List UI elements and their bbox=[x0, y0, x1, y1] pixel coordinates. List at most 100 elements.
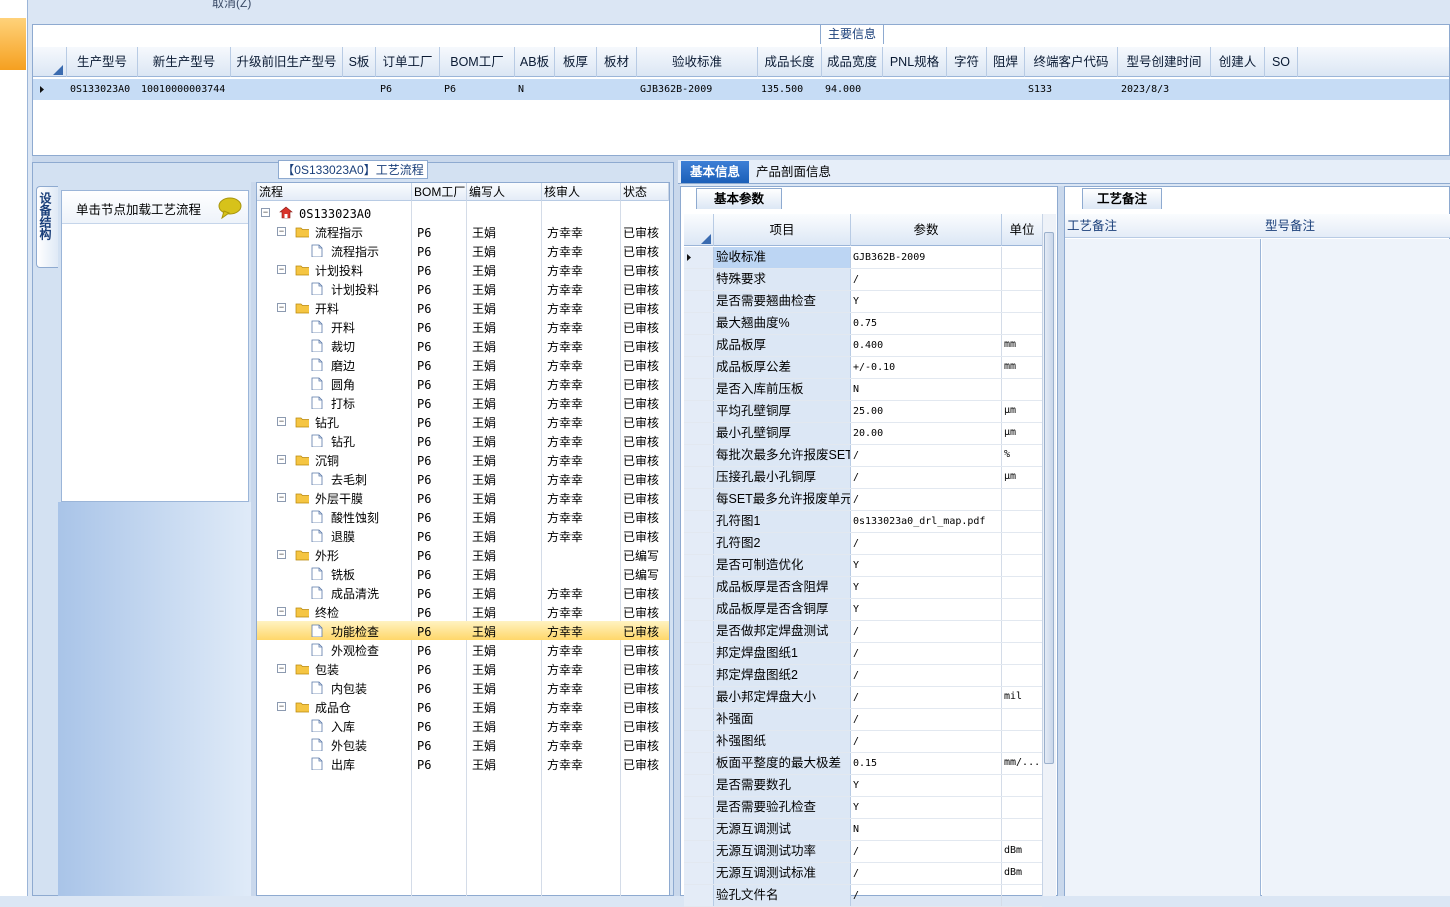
param-value[interactable]: Y bbox=[851, 577, 1002, 598]
collapse-icon[interactable]: − bbox=[277, 550, 286, 559]
param-value[interactable]: / bbox=[851, 665, 1002, 686]
param-value[interactable]: GJB362B-2009 bbox=[851, 247, 1002, 268]
tree-row[interactable]: 裁切 P6 王娟 方幸幸 已审核 bbox=[257, 336, 669, 355]
cell-new-model[interactable]: 10010000003744 bbox=[138, 79, 231, 100]
tree-row[interactable]: − 沉铜 P6 王娟 方幸幸 已审核 bbox=[257, 450, 669, 469]
param-value[interactable]: Y bbox=[851, 775, 1002, 796]
tree-col-writer[interactable]: 编写人 bbox=[467, 183, 542, 201]
param-value[interactable]: / bbox=[851, 445, 1002, 466]
param-value[interactable]: 25.00 bbox=[851, 401, 1002, 422]
col-header-customer-code[interactable]: 终端客户代码 bbox=[1025, 47, 1118, 77]
cell-model[interactable]: 0S133023A0 bbox=[67, 79, 138, 100]
param-row[interactable]: 无源互调测试 N bbox=[684, 819, 1042, 841]
tree-row[interactable]: 去毛刺 P6 王娟 方幸幸 已审核 bbox=[257, 469, 669, 488]
param-value[interactable]: / bbox=[851, 643, 1002, 664]
cell-acceptance[interactable]: GJB362B-2009 bbox=[637, 79, 758, 100]
col-header-old-model[interactable]: 升级前旧生产型号 bbox=[231, 47, 343, 77]
collapse-icon[interactable]: − bbox=[277, 265, 286, 274]
tree-row[interactable]: 外观检查 P6 王娟 方幸幸 已审核 bbox=[257, 640, 669, 659]
cell-length[interactable]: 135.500 bbox=[758, 79, 822, 100]
param-row[interactable]: 成品板厚是否含阻焊 Y bbox=[684, 577, 1042, 599]
collapse-icon[interactable]: − bbox=[277, 455, 286, 464]
collapse-icon[interactable]: − bbox=[277, 227, 286, 236]
param-value[interactable]: Y bbox=[851, 797, 1002, 818]
tab-basic-info[interactable]: 基本信息 bbox=[681, 161, 749, 183]
tree-row[interactable]: 入库 P6 王娟 方幸幸 已审核 bbox=[257, 716, 669, 735]
col-header-material[interactable]: 板材 bbox=[597, 47, 637, 77]
tree-col-bom[interactable]: BOM工厂 bbox=[412, 183, 467, 201]
cell-order-factory[interactable]: P6 bbox=[376, 79, 440, 100]
col-header-creator[interactable]: 创建人 bbox=[1211, 47, 1265, 77]
tree-row[interactable]: − 外层干膜 P6 王娟 方幸幸 已审核 bbox=[257, 488, 669, 507]
param-value[interactable]: Y bbox=[851, 555, 1002, 576]
tree-col-flow[interactable]: 流程 bbox=[257, 183, 412, 201]
param-value[interactable]: / bbox=[851, 489, 1002, 510]
param-row[interactable]: 无源互调测试功率 / dBm bbox=[684, 841, 1042, 863]
col-header-thickness[interactable]: 板厚 bbox=[555, 47, 597, 77]
param-row[interactable]: 最小孔壁铜厚 20.00 μm bbox=[684, 423, 1042, 445]
cell-bom-factory[interactable]: P6 bbox=[440, 79, 515, 100]
col-header-char[interactable]: 字符 bbox=[947, 47, 987, 77]
param-value[interactable]: / bbox=[851, 269, 1002, 290]
left-accent-tab[interactable] bbox=[0, 18, 26, 70]
tree-row[interactable]: 成品清洗 P6 王娟 方幸幸 已审核 bbox=[257, 583, 669, 602]
col-header-ab-board[interactable]: AB板 bbox=[515, 47, 555, 77]
param-value[interactable]: 20.00 bbox=[851, 423, 1002, 444]
param-row[interactable]: 孔符图1 0s133023a0_drl_map.pdf bbox=[684, 511, 1042, 533]
collapse-icon[interactable]: − bbox=[261, 208, 270, 217]
tree-row[interactable]: 出库 P6 王娟 方幸幸 已审核 bbox=[257, 754, 669, 773]
param-value[interactable]: 0s133023a0_drl_map.pdf bbox=[851, 511, 1002, 532]
tree-row[interactable]: 功能检查 P6 王娟 方幸幸 已审核 bbox=[257, 621, 669, 640]
param-row[interactable]: 是否需要数孔 Y bbox=[684, 775, 1042, 797]
cell-customer-code[interactable]: S133 bbox=[1025, 79, 1118, 100]
col-header-acceptance[interactable]: 验收标准 bbox=[637, 47, 758, 77]
col-header-so[interactable]: SO bbox=[1265, 47, 1298, 77]
tree-row[interactable]: − 成品仓 P6 王娟 方幸幸 已审核 bbox=[257, 697, 669, 716]
collapse-icon[interactable]: − bbox=[277, 493, 286, 502]
tree-row[interactable]: − 开料 P6 王娟 方幸幸 已审核 bbox=[257, 298, 669, 317]
cell-width[interactable]: 94.000 bbox=[822, 79, 883, 100]
tree-col-status[interactable]: 状态 bbox=[621, 183, 669, 201]
tree-row[interactable]: − 钻孔 P6 王娟 方幸幸 已审核 bbox=[257, 412, 669, 431]
col-header-length[interactable]: 成品长度 bbox=[758, 47, 822, 77]
col-header-bom-factory[interactable]: BOM工厂 bbox=[440, 47, 515, 77]
param-row[interactable]: 最小邦定焊盘大小 / mil bbox=[684, 687, 1042, 709]
param-row[interactable]: 邦定焊盘图纸1/ bbox=[684, 643, 1042, 665]
param-value[interactable]: Y bbox=[851, 599, 1002, 620]
col-header-model[interactable]: 生产型号 bbox=[67, 47, 138, 77]
tree-row[interactable]: 外包装 P6 王娟 方幸幸 已审核 bbox=[257, 735, 669, 754]
params-col-value[interactable]: 参数 bbox=[851, 214, 1002, 246]
collapse-icon[interactable]: − bbox=[277, 417, 286, 426]
param-row[interactable]: 每SET最多允许报废单元 / bbox=[684, 489, 1042, 511]
param-value[interactable]: N bbox=[851, 819, 1002, 840]
tree-row[interactable]: − 外形 P6 王娟 已编写 bbox=[257, 545, 669, 564]
load-process-hint[interactable]: 单击节点加载工艺流程 bbox=[76, 199, 201, 218]
param-row[interactable]: 补强图纸 / bbox=[684, 731, 1042, 753]
tree-row[interactable]: 钻孔 P6 王娟 方幸幸 已审核 bbox=[257, 431, 669, 450]
param-value[interactable]: +/-0.10 bbox=[851, 357, 1002, 378]
param-value[interactable]: / bbox=[851, 533, 1002, 554]
tree-row[interactable]: 流程指示 P6 王娟 方幸幸 已审核 bbox=[257, 241, 669, 260]
collapse-icon[interactable]: − bbox=[277, 303, 286, 312]
tree-row[interactable]: 内包装 P6 王娟 方幸幸 已审核 bbox=[257, 678, 669, 697]
col-header-solder[interactable]: 阻焊 bbox=[987, 47, 1025, 77]
model-remark-textarea[interactable] bbox=[1262, 239, 1450, 896]
param-row[interactable]: 成品板厚公差 +/-0.10 mm bbox=[684, 357, 1042, 379]
tree-row[interactable]: − 计划投料 P6 王娟 方幸幸 已审核 bbox=[257, 260, 669, 279]
tree-col-reviewer[interactable]: 核审人 bbox=[542, 183, 621, 201]
param-row[interactable]: 无源互调测试标准 / dBm bbox=[684, 863, 1042, 885]
tree-row[interactable]: 酸性蚀刻 P6 王娟 方幸幸 已审核 bbox=[257, 507, 669, 526]
tree-row[interactable]: 圆角 P6 王娟 方幸幸 已审核 bbox=[257, 374, 669, 393]
tree-row[interactable]: 退膜 P6 王娟 方幸幸 已审核 bbox=[257, 526, 669, 545]
cancel-menu-text[interactable]: 取消(Z) bbox=[212, 0, 251, 11]
param-row[interactable]: 验孔文件名 / bbox=[684, 885, 1042, 907]
param-row[interactable]: 最大翘曲度% 0.75 bbox=[684, 313, 1042, 335]
param-row[interactable]: 特殊要求 / bbox=[684, 269, 1042, 291]
param-value[interactable]: / bbox=[851, 621, 1002, 642]
tree-row[interactable]: 磨边 P6 王娟 方幸幸 已审核 bbox=[257, 355, 669, 374]
param-row[interactable]: 补强面 / bbox=[684, 709, 1042, 731]
tree-row[interactable]: − 终检 P6 王娟 方幸幸 已审核 bbox=[257, 602, 669, 621]
tree-row[interactable]: 铣板 P6 王娟 已编写 bbox=[257, 564, 669, 583]
param-value[interactable]: / bbox=[851, 841, 1002, 862]
param-row[interactable]: 是否可制造优化 Y bbox=[684, 555, 1042, 577]
